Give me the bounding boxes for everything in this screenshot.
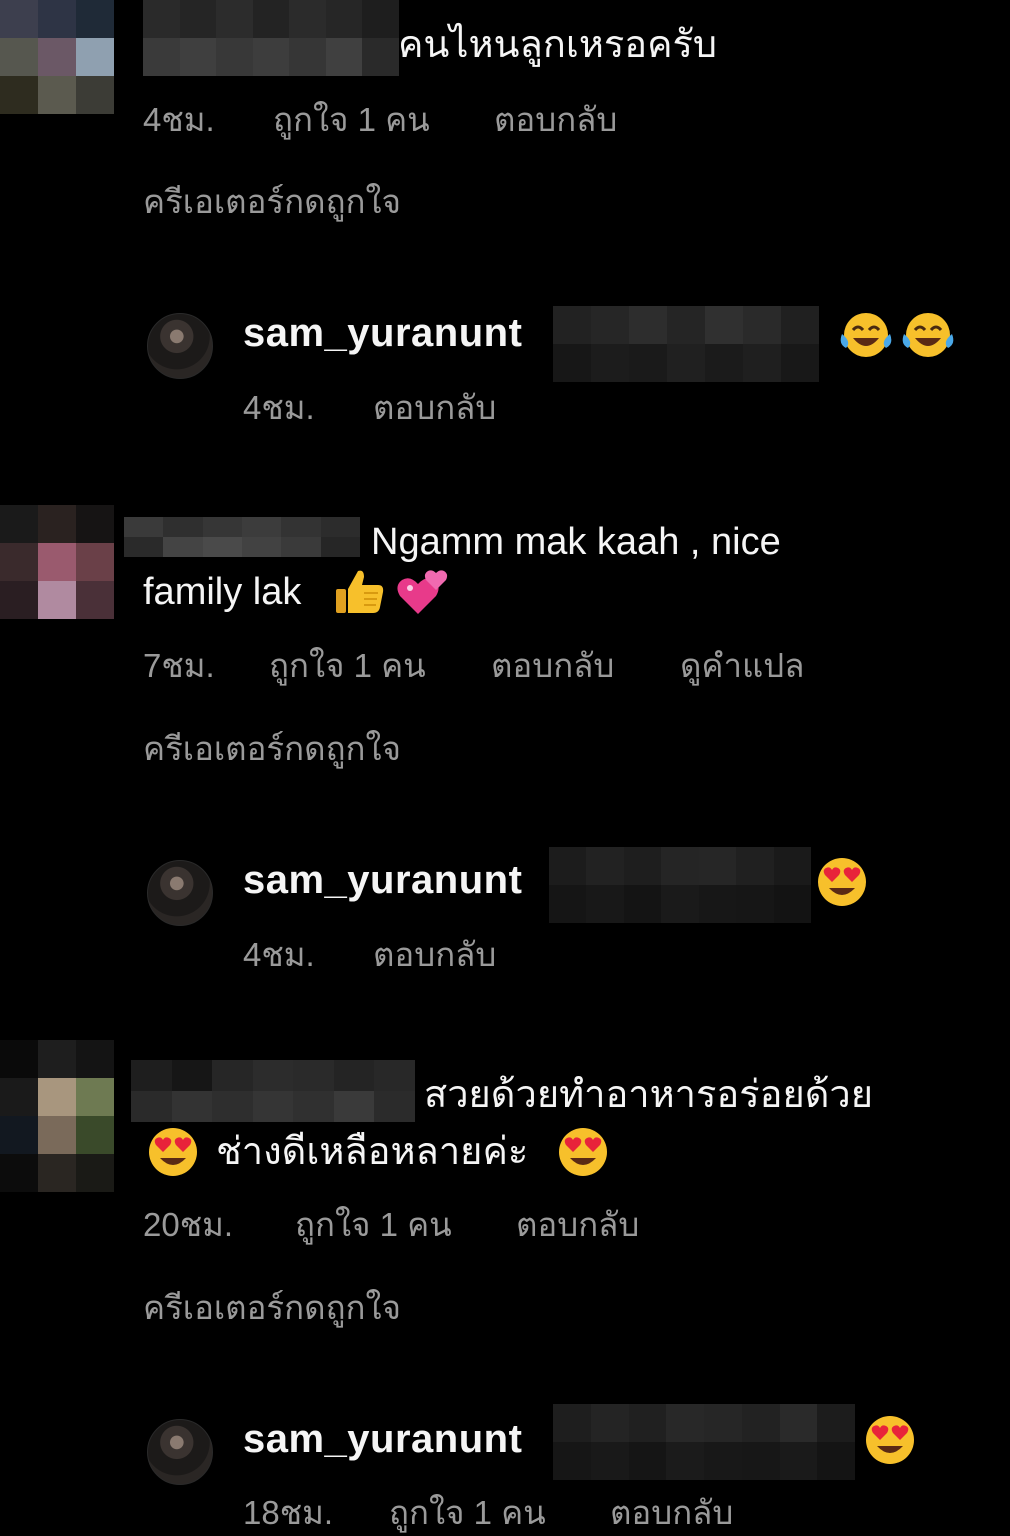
comment-meta-row: 7ชม. ถูกใจ 1 คน ตอบกลับ ดูคำแปล: [143, 646, 863, 686]
creator-liked-label: ครีเอเตอร์กดถูกใจ: [143, 1289, 401, 1326]
reply-time: 4ชม.: [243, 936, 315, 973]
creator-username-link[interactable]: sam_yuranunt: [243, 1414, 522, 1464]
reply-meta-row: 4ชม. ตอบกลับ: [243, 388, 643, 428]
comment-text-line2: ช่างดีเหลือหลายค่ะ: [216, 1131, 529, 1173]
thumbs-up-icon: [334, 565, 386, 617]
reply-meta-row: 18ชม. ถูกใจ 1 คน ตอบกลับ: [243, 1493, 803, 1533]
comment-text: คนไหนลูกเหรอครับ: [398, 24, 718, 66]
commenter-username-censored[interactable]: [124, 517, 360, 557]
comment-time: 20ชม.: [143, 1206, 234, 1243]
commenter-username-censored[interactable]: [131, 1060, 415, 1122]
comment-text: สวยด้วยทำอาหารอร่อยด้วย: [424, 1074, 874, 1116]
reply-button[interactable]: ตอบกลับ: [373, 935, 496, 975]
reply-button[interactable]: ตอบกลับ: [610, 1493, 733, 1533]
heart-eyes-icon: [147, 1126, 199, 1178]
tears-of-joy-icon: [838, 310, 894, 360]
creator-username-link[interactable]: sam_yuranunt: [243, 855, 522, 905]
commenter-avatar-pixelated[interactable]: [0, 505, 114, 619]
likes-count-link[interactable]: ถูกใจ 1 คน: [295, 1205, 452, 1245]
creator-username-link[interactable]: sam_yuranunt: [243, 308, 522, 358]
reply-button[interactable]: ตอบกลับ: [373, 388, 496, 428]
reply-text-censored: [549, 847, 811, 923]
commenter-avatar-pixelated[interactable]: [0, 0, 114, 114]
reply-button[interactable]: ตอบกลับ: [491, 646, 614, 686]
reply-meta-row: 4ชม. ตอบกลับ: [243, 935, 643, 975]
comment-time: 4ชม.: [143, 101, 215, 138]
reply-button[interactable]: ตอบกลับ: [494, 100, 617, 140]
reply-text-censored: [553, 306, 819, 382]
creator-avatar[interactable]: [147, 860, 213, 926]
reply-text-censored: [553, 1404, 855, 1480]
commenter-username-censored[interactable]: [143, 0, 399, 76]
tears-of-joy-icon: [900, 310, 956, 360]
creator-avatar[interactable]: [147, 1419, 213, 1485]
heart-eyes-icon: [557, 1126, 609, 1178]
creator-avatar[interactable]: [147, 313, 213, 379]
likes-count-link[interactable]: ถูกใจ 1 คน: [389, 1493, 546, 1533]
likes-count-link[interactable]: ถูกใจ 1 คน: [273, 100, 430, 140]
reply-button[interactable]: ตอบกลับ: [516, 1205, 639, 1245]
comment-text-line2: family lak: [143, 571, 302, 613]
reply-time: 18ชม.: [243, 1494, 334, 1531]
comment-meta-row: 4ชม. ถูกใจ 1 คน ตอบกลับ: [143, 100, 743, 140]
two-hearts-icon: [396, 568, 448, 618]
reply-time: 4ชม.: [243, 389, 315, 426]
comment-time: 7ชม.: [143, 647, 215, 684]
likes-count-link[interactable]: ถูกใจ 1 คน: [269, 646, 426, 686]
see-translation-link[interactable]: ดูคำแปล: [680, 646, 804, 686]
creator-liked-label: ครีเอเตอร์กดถูกใจ: [143, 183, 401, 220]
commenter-avatar-pixelated[interactable]: [0, 1040, 114, 1192]
comment-meta-row: 20ชม. ถูกใจ 1 คน ตอบกลับ: [143, 1205, 743, 1245]
creator-liked-label: ครีเอเตอร์กดถูกใจ: [143, 730, 401, 767]
heart-eyes-icon: [816, 856, 868, 908]
comment-text: Ngamm mak kaah , nice: [371, 521, 781, 563]
heart-eyes-icon: [864, 1414, 916, 1466]
